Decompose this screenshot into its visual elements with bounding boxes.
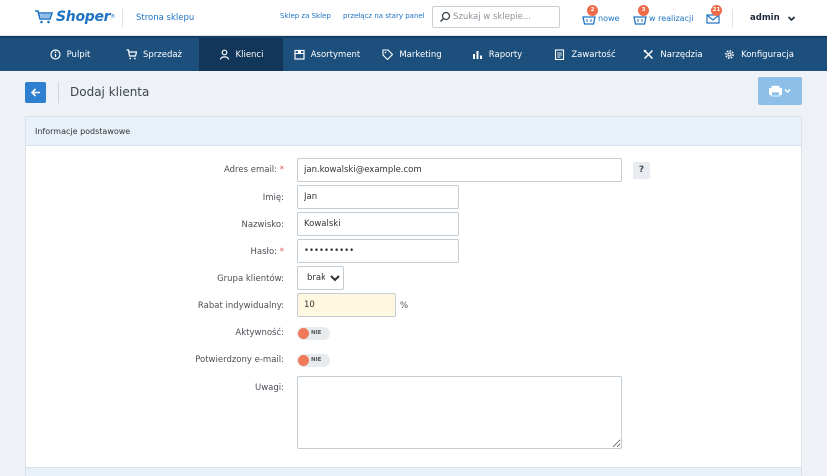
nav-label: Asortyment [310, 49, 361, 60]
group-label-row: Grupa klientów: [26, 274, 284, 284]
nav-item-asortyment[interactable]: Asortyment [286, 38, 368, 71]
tag-icon [382, 49, 394, 60]
user-name: admin [750, 13, 780, 23]
nav-label: Zawartość [571, 49, 616, 60]
required-mark: * [279, 165, 284, 175]
nav-label: Klienci [235, 49, 264, 60]
section-title: Informacje podstawowe [26, 117, 801, 146]
orders-new[interactable]: 2 nowe [582, 5, 620, 28]
nav-label: Narzędzia [660, 49, 703, 60]
lastname-label-row: Nazwisko: [26, 220, 284, 230]
verified-email-toggle[interactable]: NIE [297, 354, 330, 367]
orders-in-progress-badge: 3 [638, 5, 649, 16]
discount-label-row: Rabat indywidualny: [26, 301, 284, 311]
top-bar: Shoper ® Strona sklepu Sklep za Sklep pr… [0, 0, 827, 36]
orders-in-progress[interactable]: 3 w realizacji [633, 5, 694, 28]
nav-item-konfiguracja[interactable]: Konfiguracja [716, 38, 802, 71]
cart-icon [126, 49, 137, 60]
back-button[interactable] [25, 82, 46, 103]
info-circle-icon [49, 49, 61, 60]
nav-item-marketing[interactable]: Marketing [374, 38, 450, 71]
cart-logo-icon [35, 10, 54, 24]
password-label-row: Hasło: * [26, 247, 284, 257]
email-label: Adres email: [224, 165, 278, 175]
customer-group-select[interactable]: brak [297, 266, 344, 290]
nav-item-zawartosc[interactable]: Zawartość [544, 38, 626, 71]
toggle-state: NIE [311, 330, 322, 336]
logo-registered-mark: ® [110, 14, 116, 20]
nav-label: Sprzedaż [142, 49, 183, 60]
lastname-label: Nazwisko: [241, 220, 284, 230]
page-title: Dodaj klienta [58, 82, 149, 103]
search-input[interactable] [453, 9, 557, 25]
gear-icon [725, 50, 734, 59]
old-panel-link[interactable]: przełącz na stary panel [343, 12, 425, 20]
bar-chart-icon [472, 51, 482, 59]
basic-info-panel: Informacje podstawowe Adres email: * ? I… [25, 116, 802, 476]
active-label-row: Aktywność: [26, 328, 284, 338]
discount-unit: % [400, 301, 409, 311]
nav-label: Marketing [399, 49, 442, 60]
arrow-left-icon [30, 88, 40, 97]
messages-icon-wrap: 21 [706, 5, 722, 25]
discount-field[interactable] [297, 293, 396, 317]
orders-new-badge: 2 [587, 5, 598, 16]
password-field[interactable] [297, 239, 459, 263]
nav-label: Raporty [488, 49, 523, 60]
messages[interactable]: 21 [706, 5, 722, 28]
orders-in-progress-label: w realizacji [649, 13, 694, 23]
verified-label-row: Potwierdzony e-mail: [26, 355, 284, 365]
nav-item-raporty[interactable]: Raporty [462, 38, 532, 71]
save-actions-button[interactable] [758, 77, 802, 105]
search-box [432, 6, 560, 28]
main-nav: Pulpit Sprzedaż Klienci Asortyment Marke… [0, 36, 827, 71]
nav-item-klienci[interactable]: Klienci [199, 38, 283, 71]
notes-textarea[interactable] [297, 376, 622, 449]
notes-label-row: Uwagi: [26, 383, 284, 393]
store-link[interactable]: Strona sklepu [122, 9, 194, 27]
user-icon [219, 49, 229, 60]
chevron-down-icon [787, 15, 795, 21]
nav-label: Pulpit [66, 49, 91, 60]
active-toggle[interactable]: NIE [297, 327, 330, 340]
document-icon [555, 49, 565, 60]
nav-item-narzedzia[interactable]: Narzędzia [632, 38, 714, 71]
panel-footer [26, 467, 801, 476]
tools-icon [644, 49, 654, 60]
messages-badge: 21 [711, 5, 722, 16]
firstname-label: Imię: [262, 193, 284, 203]
help-button[interactable]: ? [633, 162, 650, 179]
toggle-state: NIE [311, 357, 322, 363]
user-menu[interactable]: admin [732, 9, 796, 27]
verified-label: Potwierdzony e-mail: [195, 355, 284, 365]
email-label-row: Adres email: * [26, 165, 284, 175]
box-icon [294, 49, 305, 60]
active-label: Aktywność: [235, 328, 284, 338]
firstname-label-row: Imię: [26, 193, 284, 203]
search-icon [439, 11, 451, 23]
firstname-field[interactable] [297, 185, 459, 209]
nav-item-pulpit[interactable]: Pulpit [30, 38, 110, 71]
orders-new-label: nowe [598, 13, 620, 23]
group-label: Grupa klientów: [217, 274, 284, 284]
printer-chevron-icon [769, 85, 791, 97]
nav-label: Konfiguracja [741, 49, 794, 60]
shoper-logo[interactable]: Shoper ® [34, 9, 115, 25]
lastname-field[interactable] [297, 212, 459, 236]
email-field[interactable] [297, 158, 622, 182]
discount-label: Rabat indywidualny: [197, 301, 284, 311]
orders-in-progress-icon-wrap: 3 [633, 5, 649, 25]
logo-text: Shoper [56, 9, 111, 25]
toggle-knob [298, 328, 309, 339]
toggle-knob [298, 355, 309, 366]
required-mark: * [279, 247, 284, 257]
notes-label: Uwagi: [254, 383, 284, 393]
nav-item-sprzedaz[interactable]: Sprzedaż [114, 38, 194, 71]
orders-new-icon-wrap: 2 [582, 5, 598, 25]
password-label: Hasło: [250, 247, 278, 257]
shop-for-shop-link[interactable]: Sklep za Sklep [280, 12, 331, 20]
